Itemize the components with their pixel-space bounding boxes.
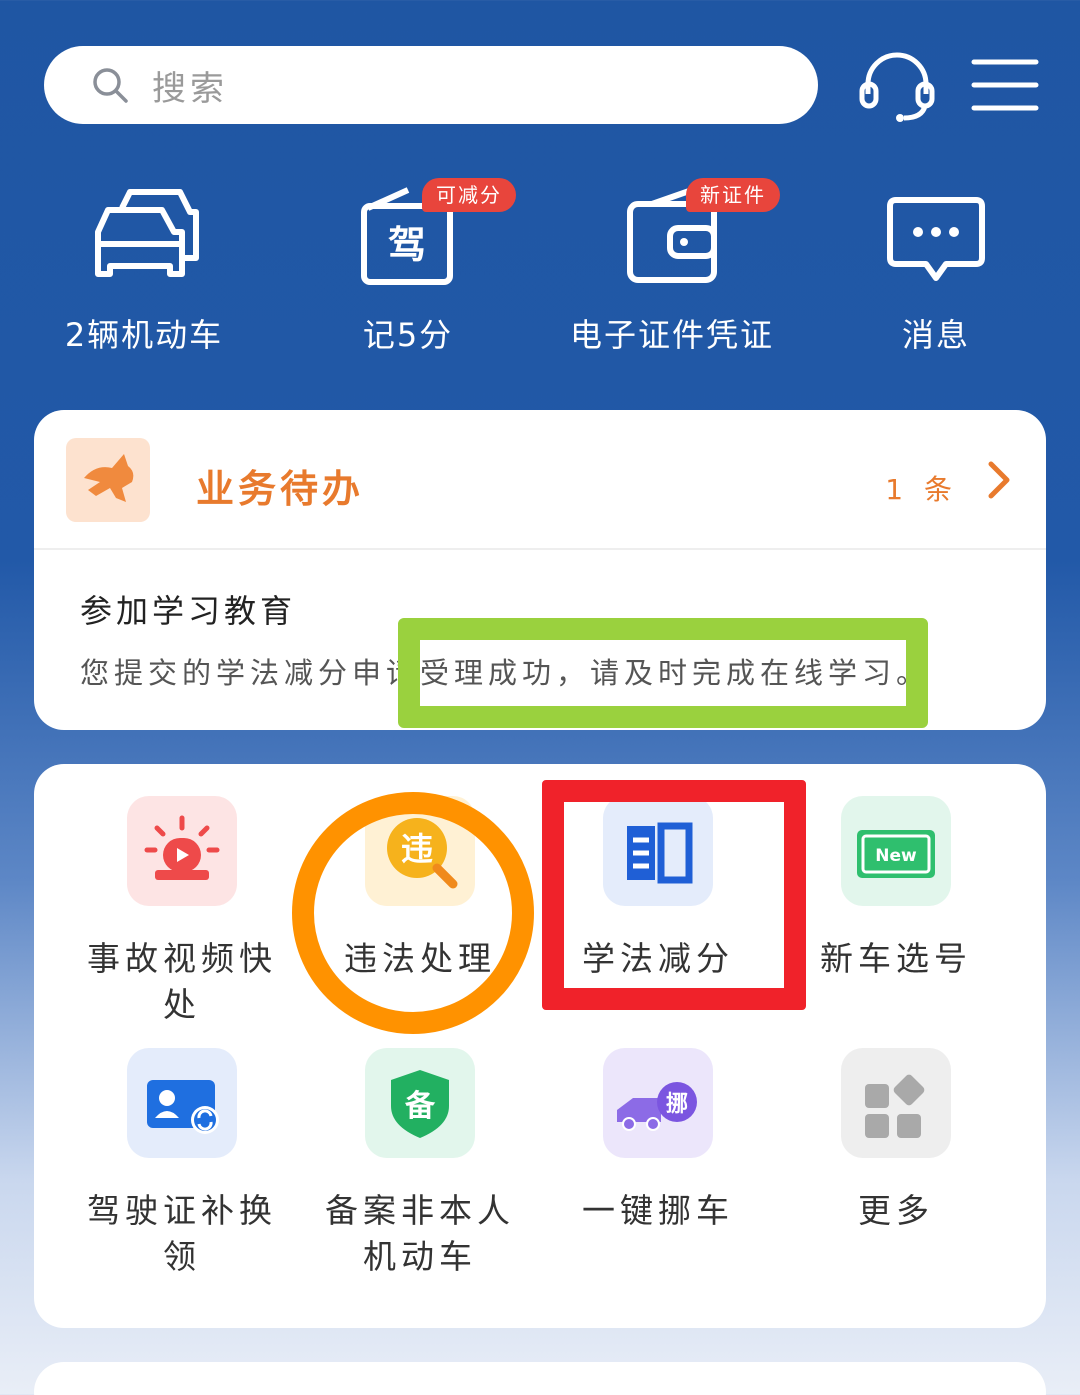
headset-icon[interactable] <box>858 50 936 124</box>
service-label: 事故视频快处 <box>87 939 277 1024</box>
new-plate-icon: New <box>841 796 951 906</box>
tow-truck-icon: 挪 <box>603 1048 713 1158</box>
quick-label: 消息 <box>901 316 970 354</box>
quick-label: 2辆机动车 <box>64 316 224 354</box>
annotation-green-box <box>398 618 928 728</box>
service-label: 更多 <box>858 1191 934 1230</box>
quick-messages[interactable]: 消息 <box>806 178 1066 368</box>
quick-e-certificates[interactable]: 新证件 电子证件凭证 <box>542 178 802 368</box>
search-bar[interactable]: 搜索 <box>44 46 818 124</box>
next-card-peek <box>34 1362 1046 1395</box>
badge-points-reducible: 可减分 <box>422 178 516 212</box>
cars-icon <box>95 189 199 277</box>
license-card-text: 驾 <box>388 223 426 267</box>
service-move-car[interactable]: 挪 一键挪车 <box>540 1016 776 1266</box>
pending-header[interactable]: 业务待办 1 条 <box>34 410 1046 550</box>
services-grid: 事故视频快处 违 违法处理 学法减分 New 新车选号 驾驶证补换领 备 备案非… <box>34 764 1046 1328</box>
new-plate-text: New <box>875 846 917 866</box>
annotation-red-box <box>542 780 806 1010</box>
search-placeholder: 搜索 <box>152 68 228 109</box>
service-label: 驾驶证补换领 <box>87 1191 277 1276</box>
pending-tasks-card[interactable]: 业务待办 1 条 参加学习教育 您提交的学法减分申请受理成功，请及时完成在线学习… <box>34 410 1046 730</box>
annotation-orange-circle <box>292 792 534 1034</box>
service-accident-video[interactable]: 事故视频快处 <box>64 764 300 1024</box>
pending-count: 1 条 <box>885 473 958 506</box>
move-car-text: 挪 <box>666 1092 688 1117</box>
search-icon <box>93 68 128 103</box>
quick-label: 电子证件凭证 <box>569 316 774 354</box>
siren-video-icon <box>127 796 237 906</box>
quick-license-points[interactable]: 驾 可减分 记5分 <box>278 178 538 368</box>
chevron-right-icon[interactable] <box>986 460 1012 500</box>
service-label: 备案非本人机动车 <box>325 1191 515 1276</box>
service-new-car-plate[interactable]: New 新车选号 <box>778 764 1014 1014</box>
service-record-non-owner-vehicle[interactable]: 备 备案非本人机动车 <box>302 1016 538 1276</box>
horse-logo-icon <box>66 438 150 522</box>
id-card-exchange-icon <box>127 1048 237 1158</box>
pending-title: 业务待办 <box>196 467 365 511</box>
service-label: 一键挪车 <box>582 1191 734 1230</box>
service-license-replace[interactable]: 驾驶证补换领 <box>64 1016 300 1276</box>
shield-record-icon: 备 <box>365 1048 475 1158</box>
message-bubble-icon <box>887 197 985 281</box>
badge-new-certificate: 新证件 <box>686 178 780 212</box>
grid-more-icon <box>841 1048 951 1158</box>
service-label: 新车选号 <box>820 939 972 978</box>
pending-item-title: 参加学习教育 <box>80 592 297 630</box>
hamburger-menu-icon[interactable] <box>968 50 1046 124</box>
quick-label: 记5分 <box>362 316 454 354</box>
shield-text: 备 <box>405 1089 436 1124</box>
quick-vehicles[interactable]: 2辆机动车 <box>14 178 274 368</box>
service-more[interactable]: 更多 <box>778 1016 1014 1266</box>
